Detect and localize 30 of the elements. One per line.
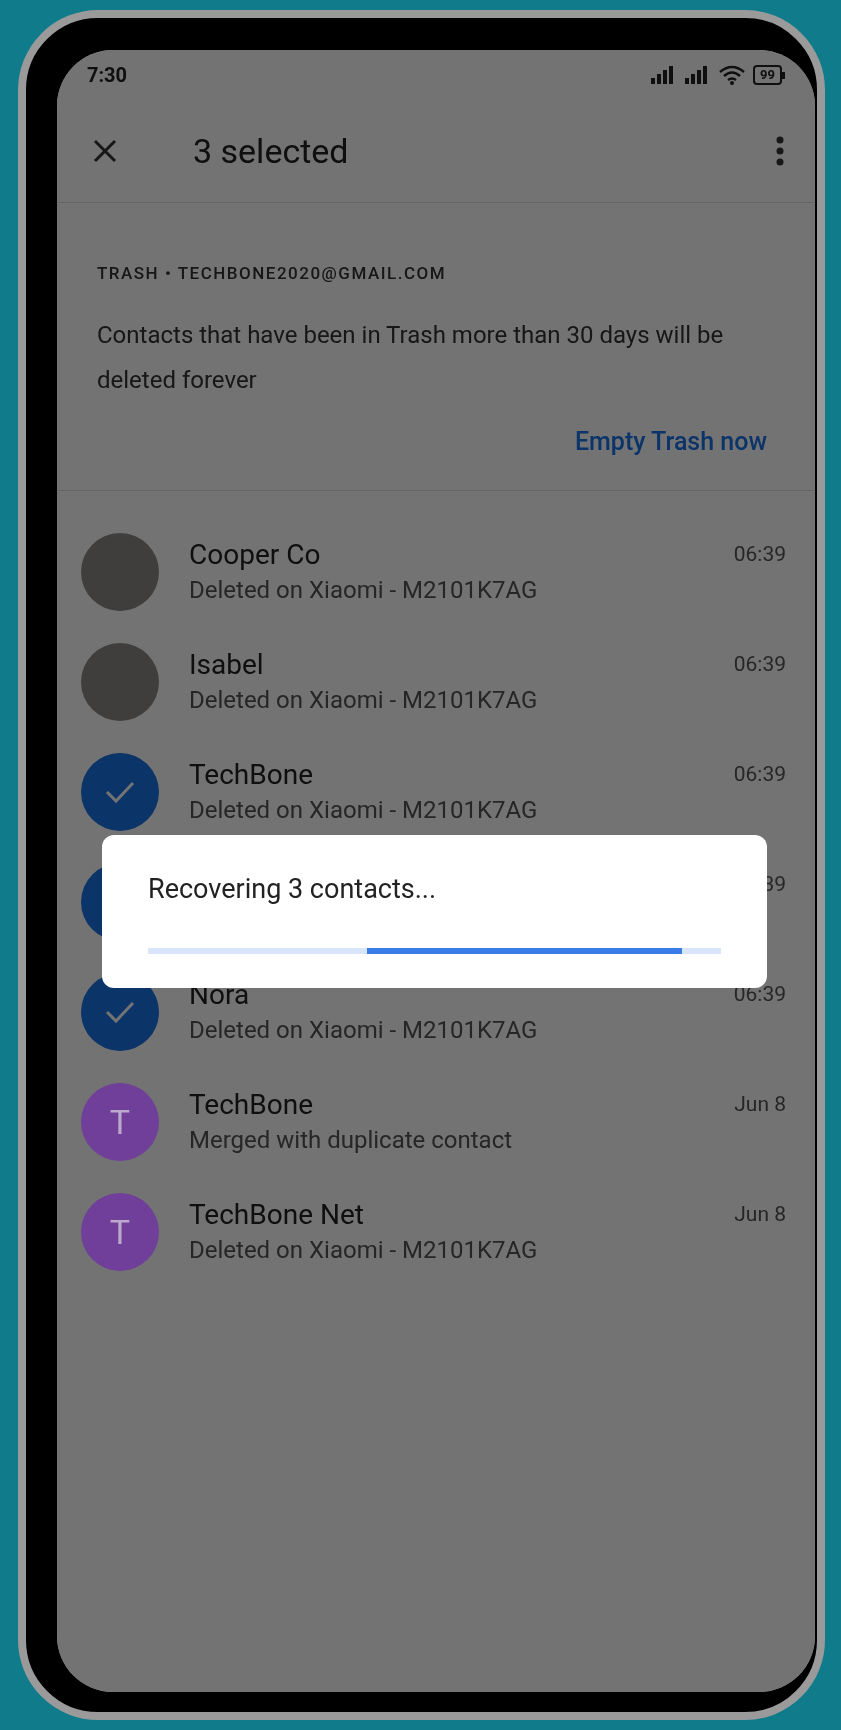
contact-time: 06:39	[733, 761, 786, 788]
letter-avatar: T	[81, 1083, 159, 1161]
trash-description: Contacts that have been in Trash more than 30 days will be deleted forever	[97, 319, 725, 396]
selection-count: 3 selected	[193, 129, 349, 173]
status-time: 7:30	[87, 62, 128, 89]
close-icon[interactable]	[93, 139, 117, 163]
contact-name: TechBone	[189, 1087, 314, 1123]
contact-time: 06:39	[733, 651, 786, 678]
contact-subtitle: Deleted on Xiaomi - M2101K7AG	[189, 1235, 539, 1266]
contact-time: 06:39	[733, 541, 786, 568]
progress-message: Recovering 3 contacts...	[148, 872, 438, 907]
empty-trash-button[interactable]: Empty Trash now	[566, 412, 775, 470]
contact-subtitle: Deleted on Xiaomi - M2101K7AG	[189, 1015, 539, 1046]
checkmark-icon	[105, 780, 135, 804]
contact-name: TechBone	[189, 757, 314, 793]
contact-subtitle: Deleted on Xiaomi - M2101K7AG	[189, 795, 539, 826]
contact-time: Jun 8	[734, 1091, 786, 1118]
contact-name: TechBone Net	[189, 1197, 365, 1233]
wifi-icon	[719, 65, 746, 85]
account-label: TRASH • TECHBONE2020@GMAIL.COM	[97, 262, 448, 285]
contact-subtitle: Deleted on Xiaomi - M2101K7AG	[189, 575, 539, 606]
checkmark-icon	[105, 1000, 135, 1024]
battery-level: 99	[753, 65, 782, 85]
contact-subtitle: Deleted on Xiaomi - M2101K7AG	[189, 685, 539, 716]
contact-name: Isabel	[189, 647, 265, 683]
more-options-icon[interactable]	[775, 136, 785, 166]
contact-subtitle: Merged with duplicate contact	[189, 1125, 514, 1156]
contact-name: Cooper Co	[189, 537, 322, 573]
contact-time: Jun 8	[734, 1201, 786, 1228]
letter-avatar: T	[81, 1193, 159, 1271]
